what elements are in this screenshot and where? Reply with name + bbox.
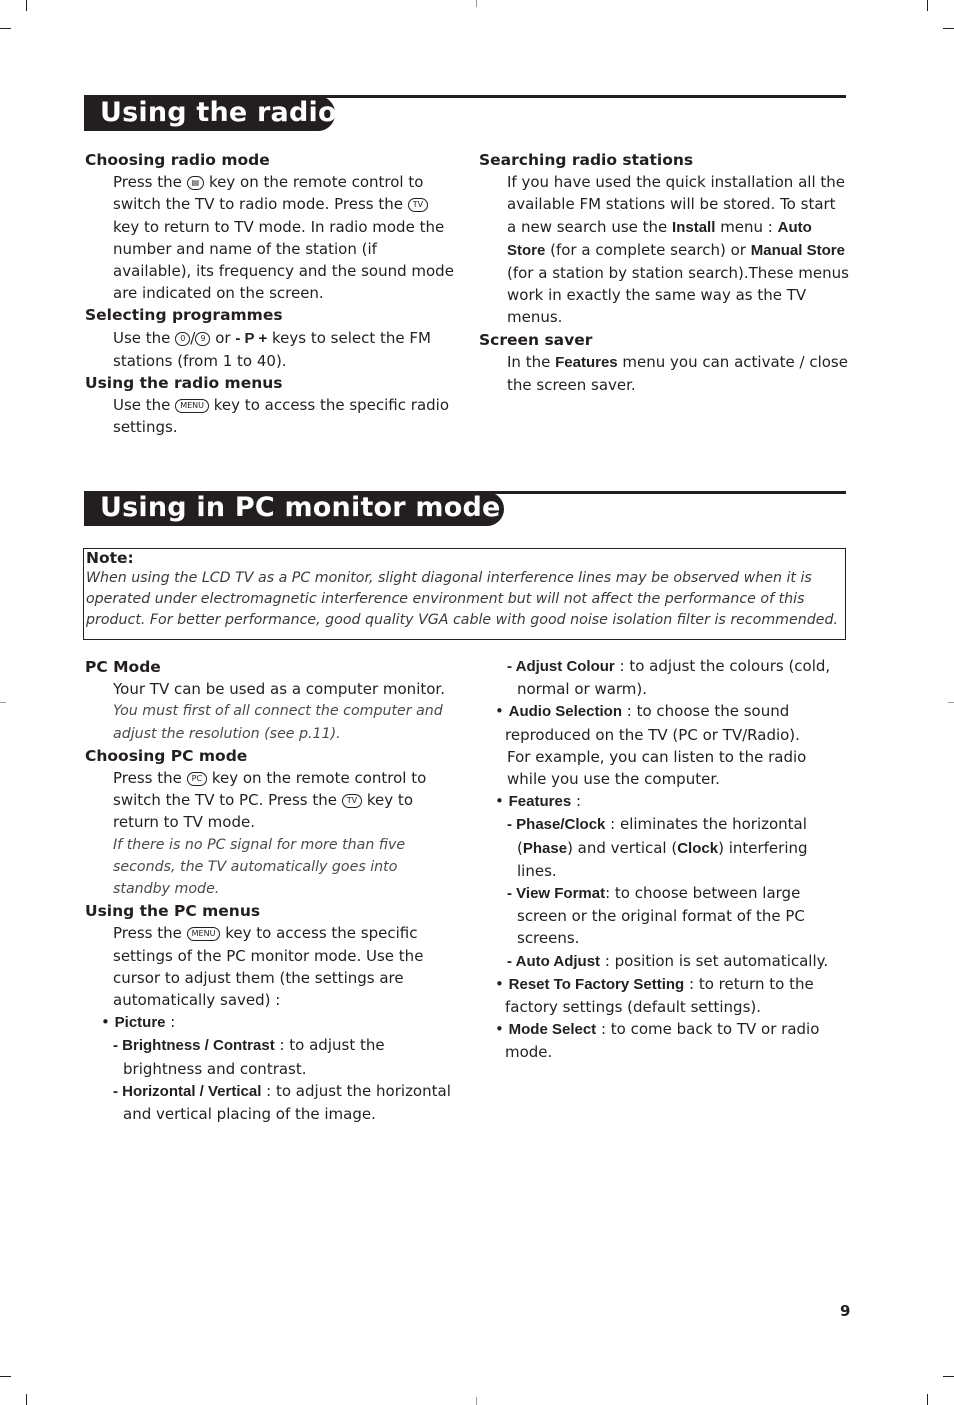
crop-mark — [0, 702, 6, 703]
menu-key-icon: MENU — [186, 927, 221, 942]
crop-mark — [943, 28, 954, 29]
menu-item-picture: • Picture : — [101, 1013, 176, 1032]
p-keys-label: - P + — [235, 329, 268, 347]
pc-mode-text: Your TV can be used as a computer monito… — [113, 680, 445, 699]
menu-key-icon: MENU — [175, 399, 209, 414]
bullet-icon: • — [495, 702, 504, 721]
bullet-icon: • — [495, 1020, 504, 1039]
screen-saver-text: In the Features menu you can activate / … — [507, 352, 848, 395]
pc-key-icon: PC — [186, 772, 208, 787]
menu-item-horizontal-vertical: - Horizontal / Vertical : to adjust the … — [113, 1081, 451, 1124]
pc-right-column: - Adjust Colour : to adjust the colours … — [479, 655, 849, 1064]
choosing-pc-mode-italic-note: If there is no PC signal for more than f… — [113, 836, 406, 898]
page-number: 9 — [840, 1302, 851, 1320]
menu-item-audio-selection: • Audio Selection : to choose the sound … — [495, 702, 800, 744]
heading-screen-saver: Screen saver — [479, 330, 593, 349]
pc-left-column: PC Mode Your TV can be used as a compute… — [85, 656, 455, 1125]
crop-mark — [927, 0, 928, 11]
note-text: When using the LCD TV as a PC monitor, s… — [86, 570, 838, 628]
note-box: Note: When using the LCD TV as a PC moni… — [83, 548, 846, 640]
heading-selecting-programmes: Selecting programmes — [85, 306, 283, 325]
menu-item-mode-select: • Mode Select : to come back to TV or ra… — [495, 1020, 820, 1062]
section-title-radio: Using the radio — [84, 96, 337, 131]
crop-mark — [943, 1376, 954, 1377]
crop-mark — [26, 0, 27, 11]
heading-using-pc-menus: Using the PC menus — [85, 902, 261, 921]
crop-mark — [26, 1394, 27, 1405]
selecting-programmes-text: Use the 0/9 or - P + keys to select the … — [113, 328, 431, 370]
section-title-pc-monitor: Using in PC monitor mode — [84, 492, 504, 526]
choosing-radio-mode-text: Press the ▤ key on the remote control to… — [113, 173, 454, 303]
bullet-icon: • — [495, 974, 504, 993]
menu-item-view-format: - View Format: to choose between large s… — [507, 884, 805, 948]
heading-pc-mode: PC Mode — [85, 658, 161, 676]
crop-mark — [0, 28, 11, 29]
digit-9-key-icon: 9 — [195, 331, 211, 346]
menu-item-phase-clock: - Phase/Clock : eliminates the horizonta… — [507, 815, 808, 880]
menu-item-reset-factory: • Reset To Factory Setting : to return t… — [495, 974, 814, 1017]
tv-key-icon: TV — [407, 198, 429, 213]
radio-right-column: Searching radio stations If you have use… — [479, 149, 849, 396]
heading-choosing-radio-mode: Choosing radio mode — [85, 151, 270, 169]
bullet-icon: • — [495, 792, 504, 811]
searching-radio-stations-text: If you have used the quick installation … — [507, 173, 849, 327]
choosing-pc-mode-text: Press the PC key on the remote control t… — [113, 769, 427, 832]
radio-key-icon: ▤ — [186, 176, 205, 191]
bullet-icon: • — [101, 1013, 110, 1032]
note-title: Note: — [86, 549, 134, 567]
crop-mark — [927, 1394, 928, 1405]
digit-0-key-icon: 0 — [175, 331, 191, 346]
menu-item-features: • Features : — [495, 792, 581, 811]
crop-mark — [476, 1397, 477, 1405]
radio-left-column: Choosing radio mode Press the ▤ key on t… — [85, 149, 455, 439]
crop-mark — [476, 0, 477, 7]
heading-searching-radio-stations: Searching radio stations — [479, 151, 694, 169]
menu-item-brightness-contrast: - Brightness / Contrast : to adjust the … — [113, 1036, 385, 1078]
heading-choosing-pc-mode: Choosing PC mode — [85, 746, 248, 765]
menu-item-adjust-colour: - Adjust Colour : to adjust the colours … — [507, 657, 831, 699]
audio-selection-example: For example, you can listen to the radio… — [507, 747, 807, 789]
using-radio-menus-text: Use the MENU key to access the specific … — [113, 396, 449, 437]
pc-mode-italic-note: You must first of all connect the comput… — [113, 703, 443, 742]
crop-mark — [0, 1376, 11, 1377]
using-pc-menus-text: Press the MENU key to access the specifi… — [113, 924, 424, 1010]
tv-key-icon: TV — [341, 794, 363, 809]
heading-using-radio-menus: Using the radio menus — [85, 374, 283, 393]
menu-item-auto-adjust: - Auto Adjust : position is set automati… — [507, 951, 829, 970]
crop-mark — [948, 702, 954, 703]
